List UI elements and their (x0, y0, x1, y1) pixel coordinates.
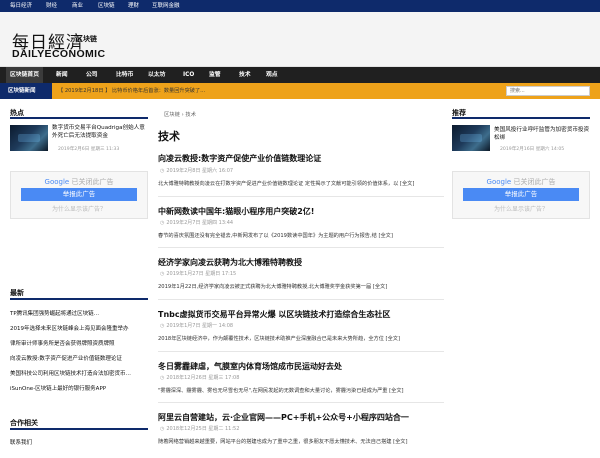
recommend-article-title[interactable]: 美国风投行业呼吁监管为加密货币投资松绑 (494, 127, 590, 142)
site-logo-english: DAILYECONOMIC (12, 48, 106, 60)
article-title[interactable]: 阿里云自营建站，云·企业官网——PC+手机+公众号+小程序四站合一 (158, 412, 409, 423)
search-input[interactable] (506, 86, 590, 96)
clock-icon: ◷ (160, 375, 165, 381)
ad-slot-right: Google 已关闭此广告 举报此广告 为什么显示该广告？ (452, 171, 590, 219)
top-link-fintech[interactable]: 互联网金融 (152, 0, 180, 12)
recommend-thumbnail[interactable] (452, 125, 490, 151)
top-link-wealth[interactable]: 理财 (128, 0, 139, 12)
google-brand: Google (486, 178, 512, 186)
article-meta: ◷ 2019年1月27日 星期日 17:15 (160, 271, 237, 277)
logo-badge: 区块链 (76, 35, 97, 43)
breadcrumb-home[interactable]: 区块链 (164, 112, 180, 118)
nav-item-tech[interactable]: 技术 (239, 67, 251, 83)
why-ad-link[interactable]: 为什么显示该广告？ (453, 204, 589, 213)
article-summary: 随着网络营销越来越重要，网站平台的搭建也成为了重中之重，很多朋友不愿太懂技术、无… (158, 439, 408, 445)
top-link-daily[interactable]: 每日经济 (10, 0, 32, 12)
latest-item[interactable]: 向凌云教授:数字资产促进产业价值链数理论证 (10, 354, 122, 362)
article-title[interactable]: 中新网数读中国年:猫眼小程序用户突破2亿! (158, 206, 314, 217)
masthead: 每日經濟 区块链 DAILYECONOMIC (0, 12, 600, 67)
nav-item-bitcoin[interactable]: 比特币 (116, 67, 133, 83)
latest-item[interactable]: 美国科技公司利用区块链技术打造合法加密货币… (10, 369, 131, 377)
ad-closed-text: 已关闭此广告 (71, 178, 114, 186)
clock-icon: ◷ (160, 168, 165, 174)
partner-section-rule (10, 428, 148, 430)
breadcrumb: 区块链 › 技术 (164, 110, 196, 118)
nav-item-news[interactable]: 新闻 (56, 67, 68, 83)
article-meta: ◷ 2018年12月26日 星期三 17:08 (160, 375, 240, 381)
article-title[interactable]: 向凌云教授:数字资产促使产业价值链数理论证 (158, 153, 321, 164)
article-title[interactable]: 冬日雾霾肆虐，气膜室内体育场馆成市民运动好去处 (158, 361, 342, 372)
top-bar: 每日经济 财经 商业 区块链 理财 互联网金融 (0, 0, 600, 12)
nav-item-home[interactable]: 区块链首页 (6, 67, 43, 83)
article-title[interactable]: 经济学家向凌云获聘为北大博雅特聘教授 (158, 257, 302, 268)
article-meta: ◷ 2019年2月7日 星期四 13:44 (160, 220, 234, 226)
main-nav: 区块链首页 新闻 公司 比特币 以太坊 ICO 监管 技术 观点 (0, 67, 600, 83)
article-summary: 北大博雅特聘教授向凌云在打数字资产促进产业价值链数理论证 定性揭示了文献可能引领… (158, 181, 415, 187)
nav-item-company[interactable]: 公司 (86, 67, 98, 83)
ticker-label: 区块链新闻 (0, 83, 52, 99)
nav-item-regulation[interactable]: 监管 (209, 67, 221, 83)
latest-item[interactable]: 律所审计师事务所是否会获得牌照资质牌照 (10, 339, 115, 347)
top-link-business[interactable]: 商业 (72, 0, 83, 12)
ad-slot-left: Google 已关闭此广告 举报此广告 为什么显示该广告？ (10, 171, 148, 219)
article-summary: 2019年1月22日,经济学家向凌云被正式获聘为北大博雅特聘教授,北大博雅奖学金… (158, 284, 388, 290)
article-summary: 春节的喜庆氛围还没有完全褪去,中新网发布了以《2019数读中国年》为主题的用户行… (158, 233, 393, 239)
breadcrumb-current: 技术 (185, 112, 197, 118)
clock-icon: ◷ (160, 426, 165, 432)
article-meta: ◷ 2019年2月8日 星期六 16:07 (160, 168, 234, 174)
clock-icon: ◷ (160, 323, 165, 329)
page-title: 技术 (158, 130, 180, 143)
latest-section-rule (10, 298, 148, 300)
latest-item[interactable]: iSunOne-区块链上最好的银行服务APP (10, 384, 106, 392)
clock-icon: ◷ (160, 220, 165, 226)
report-ad-button[interactable]: 举报此广告 (463, 188, 579, 201)
ticker-headline[interactable]: 【 2019年2月18日 】 比特币价格年后首涨：数量回升突破了… (58, 83, 205, 99)
top-link-blockchain[interactable]: 区块链 (98, 0, 115, 12)
report-ad-button[interactable]: 举报此广告 (21, 188, 137, 201)
article-meta: ◷ 2018年12月25日 星期二 11:52 (160, 426, 240, 432)
article-title[interactable]: Tnbc虚拟货币交易平台异常火爆 以区块链技术打造综合生态社区 (158, 309, 390, 320)
news-ticker: 区块链新闻 【 2019年2月18日 】 比特币价格年后首涨：数量回升突破了… (0, 83, 600, 99)
hot-article-title[interactable]: 数字货币交易平台Quadriga创始人意外死亡后无法提取资金 (52, 125, 150, 140)
top-link-finance[interactable]: 财经 (46, 0, 57, 12)
hot-section-rule (10, 117, 148, 119)
recommend-section-rule (452, 117, 590, 119)
nav-item-opinion[interactable]: 观点 (266, 67, 278, 83)
clock-icon: ◷ (160, 271, 165, 277)
google-brand: Google (44, 178, 70, 186)
why-ad-link[interactable]: 为什么显示该广告？ (11, 204, 147, 213)
article-meta: ◷ 2019年1月7日 星期一 14:08 (160, 323, 234, 329)
article-summary: 2018年区块链经济中，作为颠覆性技术，区块链技术助推产业深度融合已是未来大势所… (158, 336, 400, 342)
hot-thumbnail[interactable] (10, 125, 48, 151)
partner-section-title: 合作相关 (10, 419, 38, 427)
contact-us-link[interactable]: 联系我们 (10, 438, 32, 446)
ad-closed-text: 已关闭此广告 (513, 178, 556, 186)
nav-item-ico[interactable]: ICO (183, 67, 194, 83)
latest-section-title: 最新 (10, 289, 24, 297)
latest-item[interactable]: 2019年选择未来区块链峰会上海见面会隆重举办 (10, 324, 129, 332)
latest-item[interactable]: TP腾讯集团强势崛起将通过区块链… (10, 309, 99, 317)
recommend-article-meta: 2019年2月16日 星期六 14:05 (500, 147, 565, 152)
article-summary: "雾霾深深、霾雾霾、雾也无尽雪也无尽",在网民发起的无数调查和大量讨论，雾霾污染… (158, 388, 404, 394)
hot-article-meta: 2019年2月6日 星期三 11:33 (58, 147, 120, 152)
nav-item-ethereum[interactable]: 以太坊 (148, 67, 165, 83)
